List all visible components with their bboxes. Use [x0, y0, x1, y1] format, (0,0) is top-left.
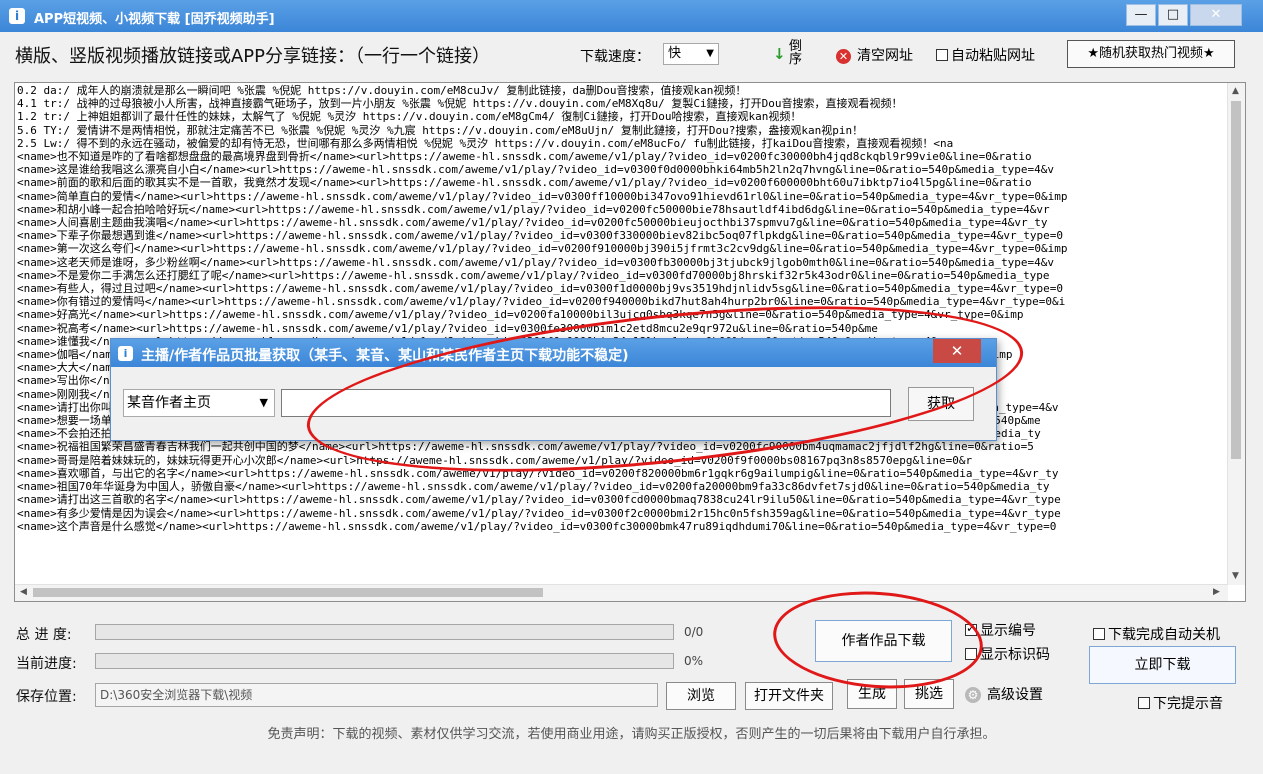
link-line: 0.2 da:/ 成年人的崩溃就是那么一瞬间吧 %张震 %倪妮 https://… [17, 84, 747, 97]
scroll-down-icon[interactable]: ▼ [1232, 571, 1239, 581]
gear-icon: ⚙ [965, 687, 981, 703]
finish-prompt-box[interactable] [1138, 697, 1150, 709]
scroll-right-icon[interactable]: ▶ [1213, 587, 1220, 597]
app-logo-icon: i [9, 8, 25, 24]
speed-select[interactable]: 快 ▼ [663, 43, 719, 65]
vertical-scrollbar[interactable]: ▲ ▼ [1227, 83, 1245, 585]
link-line: <name>祖国70年华诞身为中国人，骄傲自豪</name><url>https… [17, 480, 1050, 494]
minimize-icon[interactable]: — [1126, 4, 1156, 26]
dialog-app-icon: i [118, 346, 133, 361]
open-folder-button[interactable]: 打开文件夹 [745, 682, 833, 710]
close-icon[interactable]: ✕ [1190, 4, 1242, 26]
link-line: <name>和胡小峰一起合拍哈哈好玩</name><url>https://aw… [17, 202, 1050, 216]
link-line: 4.1 tr:/ 战神的过母狼被小人所害，战神直接霸气砸场子，放到一片小朋友 %… [17, 97, 903, 111]
auto-paste-label: 自动粘贴网址 [951, 48, 1035, 64]
link-line: <name>有多少爱情是因为误会</name><url>https://awem… [17, 506, 1061, 520]
link-line: <name>人间喜剧主题曲我演唱</name><url>https://awem… [17, 216, 1048, 230]
vertical-scroll-thumb[interactable] [1231, 101, 1241, 459]
link-line: <name>也不知道是咋的了看啥都想盘盘的最高境界盘到骨折</name><url… [17, 150, 1032, 164]
link-line: 2.5 Lw:/ 得不到的永远在骚动，被偏爱的却有恃无恐，世间哪有那么多两情相悦… [17, 136, 954, 150]
auto-shutdown-box[interactable] [1093, 628, 1105, 640]
author-source-value: 某音作者主页 [127, 395, 211, 411]
download-now-button[interactable]: 立即下载 [1089, 646, 1236, 684]
link-line: <name>有些人，得过且过吧</name><url>https://aweme… [17, 282, 1064, 296]
clear-icon: ✕ [836, 48, 851, 64]
link-line: <name>请打出这三首歌的名字</name><url>https://awem… [17, 493, 1061, 507]
link-line: <name>这是谁给我唱这么漂亮自小白</name><url>https://a… [17, 163, 1055, 177]
link-line: <name>喜欢哪首，与出它的名字</name><url>https://awe… [17, 466, 1059, 480]
clear-urls-label: 清空网址 [857, 48, 913, 64]
scroll-left-icon[interactable]: ◀ [20, 587, 27, 597]
reverse-order-button[interactable]: ↓ 倒序 [773, 40, 813, 68]
scroll-up-icon[interactable]: ▲ [1232, 86, 1239, 96]
show-number-label: 显示编号 [980, 623, 1036, 639]
auto-shutdown-checkbox[interactable]: 下载完成自动关机 [1093, 624, 1220, 644]
maximize-icon[interactable]: □ [1158, 4, 1188, 26]
link-line: <name>你有错过的爱情吗</name><url>https://aweme-… [17, 295, 1066, 309]
disclaimer-text: 免责声明：下载的视频、素材仅供学习交流，若使用商业用途，请购买正版授权，否则产生… [267, 727, 996, 742]
title-bar: i APP短视频、小视频下载 [固乔视频助手] — □ ✕ [0, 0, 1263, 32]
link-input-label: 横版、竖版视频播放链接或APP分享链接：（一行一个链接） [15, 46, 491, 67]
total-progress-text: 0/0 [684, 625, 704, 639]
chevron-down-icon: ▼ [706, 48, 714, 59]
horizontal-scroll-thumb[interactable] [33, 588, 543, 597]
link-line: <name>不是爱你二手满怎么还打腮红了呢</name><url>https:/… [17, 268, 1050, 282]
link-line: <name>前面的歌和后面的歌其实不是一首歌，我竟然才发现</name><url… [17, 176, 1032, 190]
link-line: <name>简单直白的爱情</name><url>https://aweme-h… [17, 189, 1068, 203]
speed-label: 下载速度： [580, 49, 650, 65]
clear-urls-button[interactable]: ✕ 清空网址 [836, 45, 913, 65]
link-line: <name>这老天师是谁呀，多少粉丝啊</name><url>https://a… [17, 255, 1055, 269]
reverse-order-label: 倒序 [789, 39, 803, 67]
advanced-settings-label: 高级设置 [987, 687, 1043, 703]
auto-paste-box[interactable] [936, 49, 948, 61]
finish-prompt-label: 下完提示音 [1153, 696, 1223, 712]
total-progress-label: 总 进 度: [16, 627, 72, 643]
current-progress-text: 0% [684, 654, 704, 668]
link-line: <name>这个声音是什么感觉</name><url>https://aweme… [17, 519, 1057, 533]
link-line: <name>下辈子你最想遇到谁</name><url>https://aweme… [17, 229, 1064, 243]
arrow-down-icon: ↓ [773, 45, 786, 63]
current-progress-bar [95, 653, 674, 669]
show-code-label: 显示标识码 [980, 647, 1050, 663]
speed-value: 快 [668, 46, 682, 61]
auto-paste-checkbox[interactable]: 自动粘贴网址 [936, 45, 1035, 65]
link-line: <name>第一次这么夸们</name><url>https://aweme-h… [17, 242, 1068, 256]
save-location-label: 保存位置: [16, 689, 77, 705]
browse-button[interactable]: 浏览 [666, 682, 736, 710]
link-line: 5.6 TY:/ 爱情讲不是两情相悦，那就注定痛苦不已 %张震 %倪妮 %灵汐 … [17, 123, 864, 137]
window-title: APP短视频、小视频下载 [固乔视频助手] [34, 12, 275, 27]
random-hot-videos-button[interactable]: ★随机获取热门视频★ [1067, 40, 1235, 68]
save-path-input[interactable]: D:\360安全浏览器下载\视频 [95, 683, 658, 707]
auto-shutdown-label: 下载完成自动关机 [1108, 627, 1220, 643]
author-source-select[interactable]: 某音作者主页 ▼ [123, 389, 275, 417]
advanced-settings-button[interactable]: ⚙ 高级设置 [965, 684, 1043, 704]
link-line: 1.2 tr:/ 上神姐姐都训了最什任性的妹妹，太解气了 %倪妮 %灵汐 htt… [17, 110, 802, 124]
total-progress-bar [95, 624, 674, 640]
chevron-down-icon: ▼ [259, 396, 268, 409]
horizontal-scrollbar[interactable]: ◀ ▶ [15, 584, 1228, 601]
finish-prompt-checkbox[interactable]: 下完提示音 [1138, 693, 1223, 713]
current-progress-label: 当前进度: [16, 656, 77, 672]
